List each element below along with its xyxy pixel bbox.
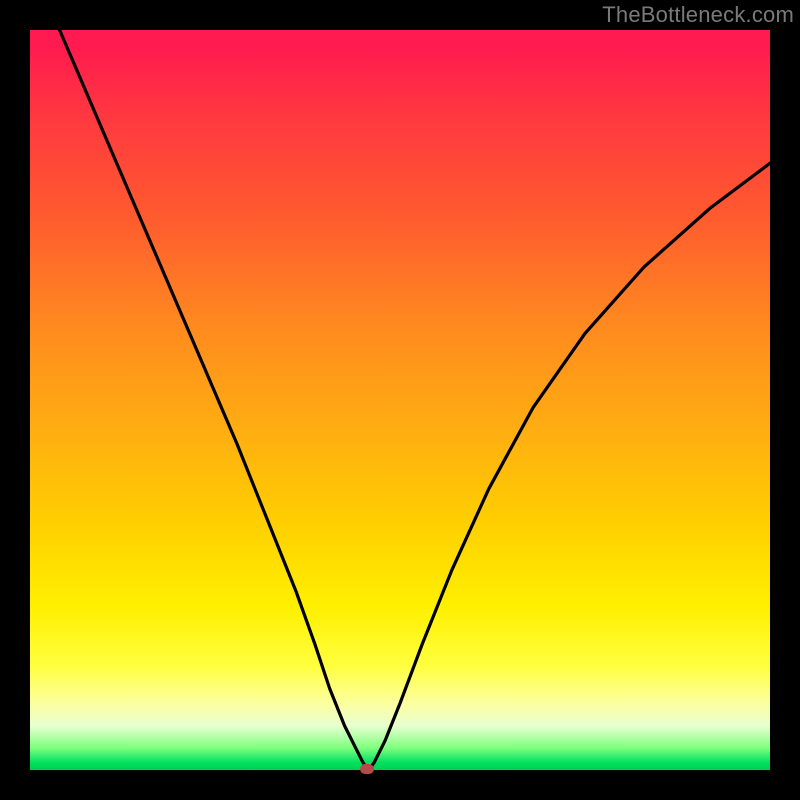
bottleneck-curve	[60, 30, 770, 768]
watermark-text: TheBottleneck.com	[602, 2, 794, 28]
figure-frame: TheBottleneck.com	[0, 0, 800, 800]
optimum-marker	[360, 764, 374, 774]
curve-layer	[30, 30, 770, 770]
plot-area	[30, 30, 770, 770]
